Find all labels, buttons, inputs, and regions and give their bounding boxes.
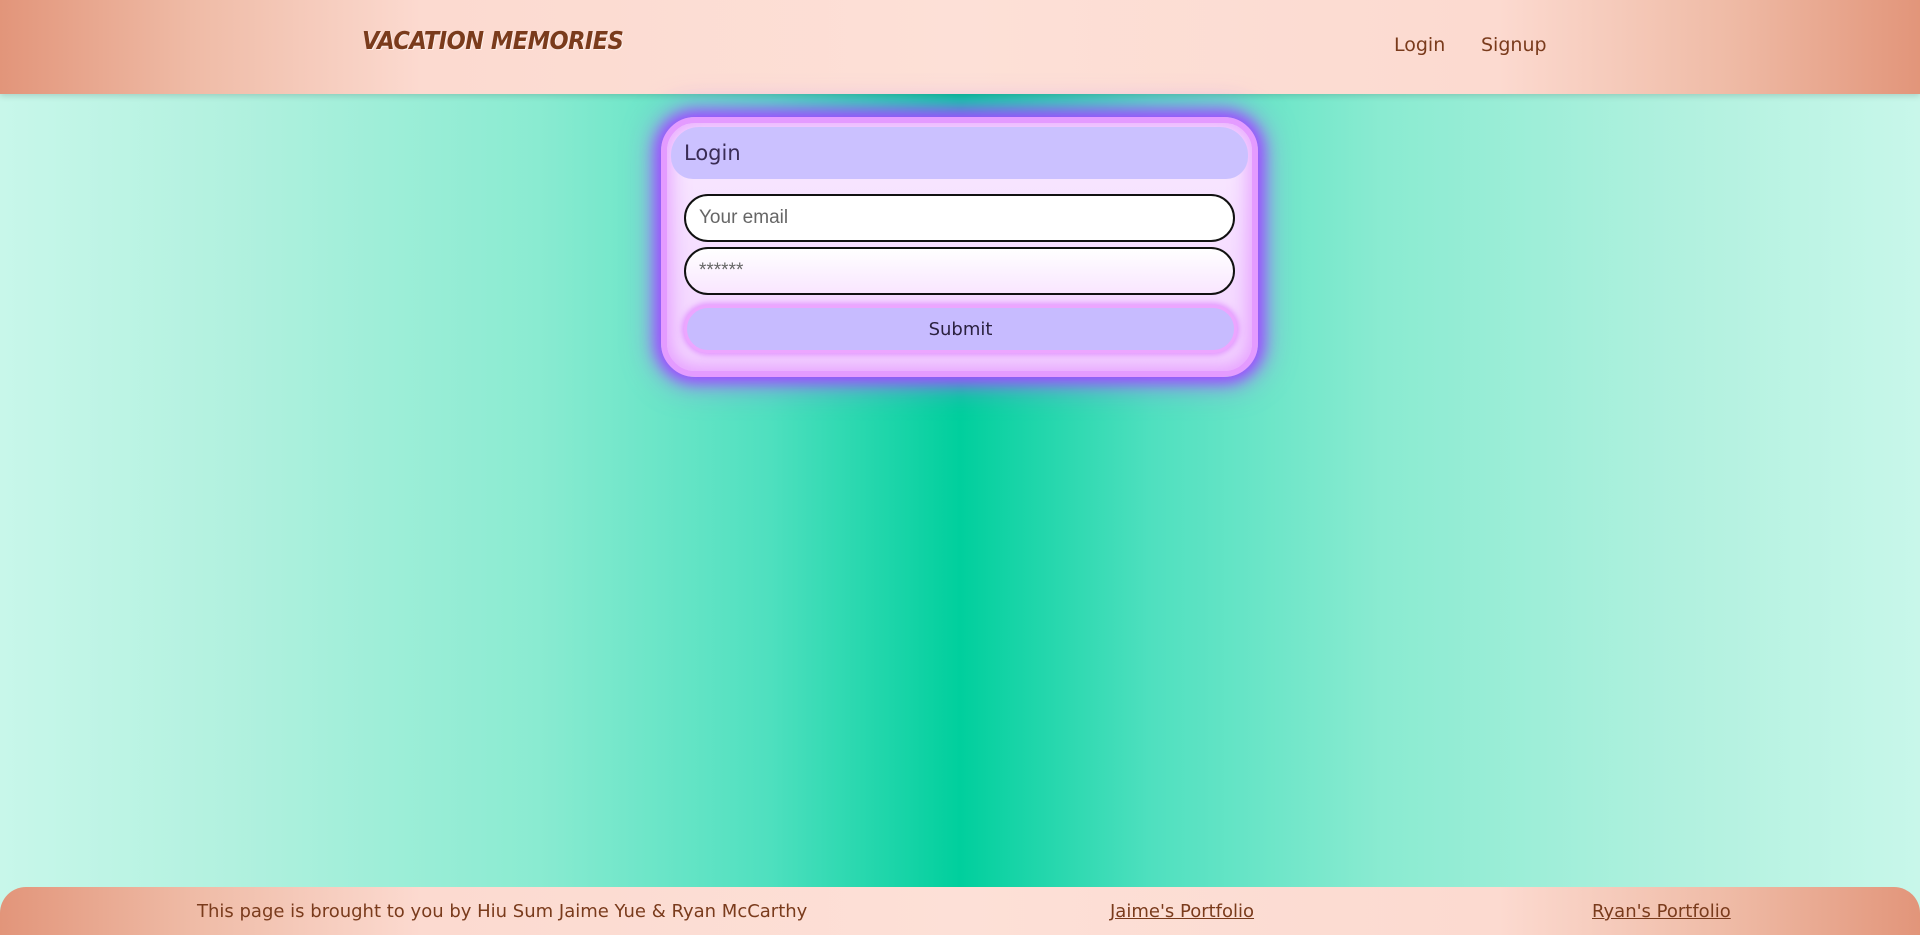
login-card: Login Submit xyxy=(661,117,1258,377)
email-input[interactable] xyxy=(684,194,1235,242)
password-input[interactable] xyxy=(684,247,1235,295)
site-footer: This page is brought to you by Hiu Sum J… xyxy=(0,887,1920,935)
login-card-header: Login xyxy=(671,127,1248,179)
footer-credit: This page is brought to you by Hiu Sum J… xyxy=(197,901,808,922)
site-header: VACATION MEMORIES Login Signup xyxy=(0,0,1920,94)
login-card-title: Login xyxy=(684,141,741,165)
site-brand[interactable]: VACATION MEMORIES xyxy=(362,26,624,55)
ryan-portfolio-link[interactable]: Ryan's Portfolio xyxy=(1592,901,1731,922)
submit-button[interactable]: Submit xyxy=(684,305,1237,353)
nav-login-link[interactable]: Login xyxy=(1394,34,1445,56)
jaime-portfolio-link[interactable]: Jaime's Portfolio xyxy=(1110,901,1254,922)
nav-signup-link[interactable]: Signup xyxy=(1481,34,1547,56)
